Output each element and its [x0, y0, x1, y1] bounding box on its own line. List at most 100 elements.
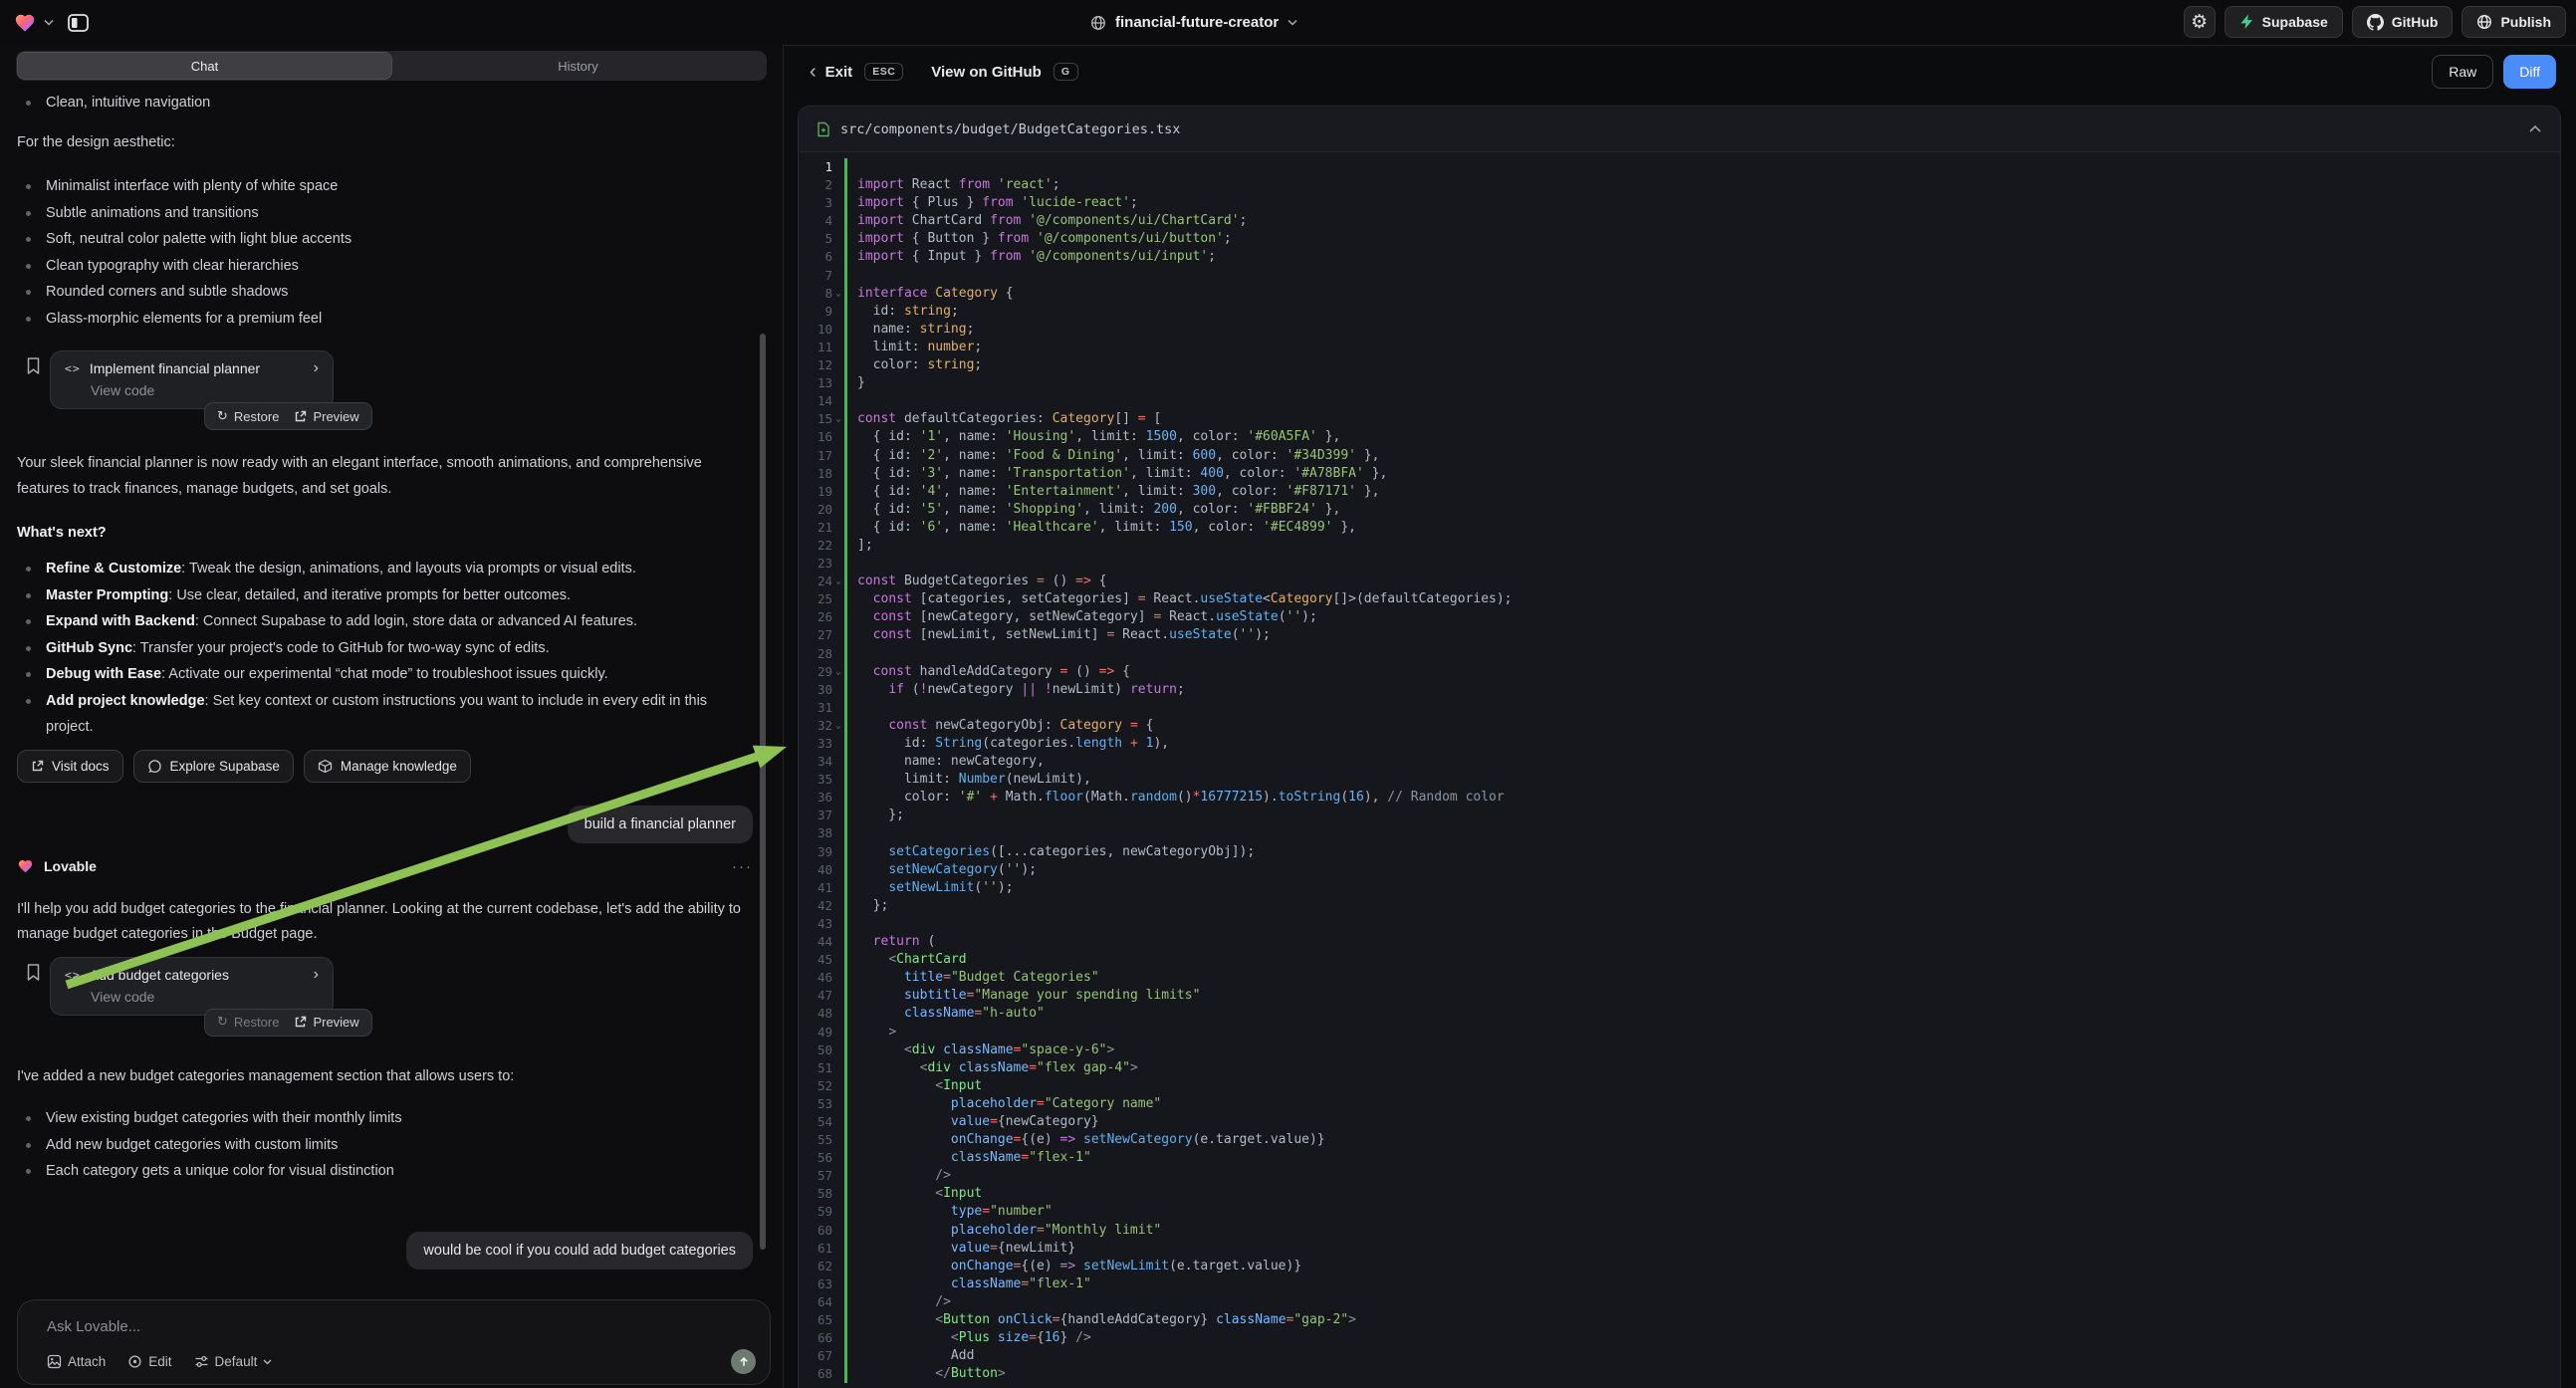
fold-gutter — [832, 626, 844, 644]
chat-input[interactable]: Ask Lovable... — [47, 1318, 756, 1335]
edit-button[interactable]: Edit — [127, 1354, 171, 1369]
diff-added-indicator — [844, 807, 847, 824]
code-text: { id: '3', name: 'Transportation', limit… — [857, 465, 1387, 483]
diff-added-indicator — [844, 699, 847, 717]
github-icon — [2367, 14, 2384, 31]
more-options-icon[interactable]: ··· — [732, 858, 753, 875]
code-text: const [newCategory, setNewCategory] = Re… — [857, 608, 1317, 626]
supabase-icon — [2239, 14, 2254, 30]
sidebar-toggle-button[interactable] — [67, 12, 90, 34]
diff-button[interactable]: Diff — [2503, 55, 2556, 89]
code-text: name: newCategory, — [857, 753, 1045, 771]
code-text: color: string; — [857, 356, 982, 374]
chat-message-list[interactable]: Clean, intuitive navigation For the desi… — [0, 86, 783, 1296]
diff-added-indicator — [844, 519, 847, 537]
bookmark-icon[interactable] — [25, 963, 42, 982]
code-line: 37 }; — [807, 807, 2560, 824]
fold-toggle-icon[interactable]: ⌄ — [832, 285, 844, 303]
diff-added-indicator — [844, 1185, 847, 1203]
line-number: 44 — [807, 933, 832, 951]
chat-panel: Chat History Clean, intuitive navigation… — [0, 45, 783, 1388]
line-number: 12 — [807, 356, 832, 374]
restore-button[interactable]: ↻ Restore — [217, 1015, 279, 1030]
visit-docs-button[interactable]: Visit docs — [17, 750, 123, 783]
code-line: 19 { id: '4', name: 'Entertainment', lim… — [807, 483, 2560, 501]
raw-button[interactable]: Raw — [2432, 55, 2493, 89]
code-line: 46 title="Budget Categories" — [807, 969, 2560, 987]
line-number: 22 — [807, 537, 832, 555]
code-panel-header: ‹ Exit ESC View on GitHub G Raw Diff — [784, 46, 2576, 98]
line-number: 16 — [807, 428, 832, 446]
manage-knowledge-button[interactable]: Manage knowledge — [304, 750, 471, 783]
diff-added-indicator — [844, 897, 847, 915]
supabase-button[interactable]: Supabase — [2225, 6, 2343, 38]
code-line: 41 setNewLimit(''); — [807, 879, 2560, 897]
list-item: Clean, intuitive navigation — [17, 90, 753, 116]
line-number: 14 — [807, 392, 832, 410]
send-button[interactable] — [731, 1349, 756, 1374]
line-number: 24 — [807, 573, 832, 590]
restore-button[interactable]: ↻ Restore — [217, 409, 279, 424]
code-text: > — [857, 1024, 896, 1041]
code-line: 44 return ( — [807, 933, 2560, 951]
tab-history[interactable]: History — [391, 53, 765, 79]
list-item: Clean typography with clear hierarchies — [17, 253, 753, 280]
fold-toggle-icon[interactable]: ⌄ — [832, 717, 844, 735]
settings-button[interactable]: ⚙ — [2184, 6, 2216, 38]
fold-gutter — [832, 951, 844, 969]
view-on-github-button[interactable]: View on GitHub — [931, 64, 1042, 81]
diff-added-indicator — [844, 339, 847, 356]
diff-added-indicator — [844, 303, 847, 321]
explore-supabase-button[interactable]: Explore Supabase — [133, 750, 294, 783]
back-chevron-icon[interactable]: ‹ — [810, 62, 817, 82]
diff-added-indicator — [844, 1167, 847, 1185]
attach-button[interactable]: Attach — [47, 1354, 106, 1369]
fold-toggle-icon[interactable]: ⌄ — [832, 663, 844, 681]
view-code-link[interactable]: View code — [91, 989, 319, 1005]
diff-added-indicator — [844, 681, 847, 699]
preview-button[interactable]: Preview — [294, 1015, 358, 1030]
code-text: <div className="space-y-6"> — [857, 1041, 1114, 1059]
diff-added-indicator — [844, 285, 847, 303]
line-number: 55 — [807, 1131, 832, 1149]
preview-button[interactable]: Preview — [294, 409, 358, 424]
view-code-link[interactable]: View code — [91, 382, 319, 398]
fold-gutter — [832, 248, 844, 266]
gear-icon: ⚙ — [2191, 13, 2208, 32]
chat-scrollbar[interactable] — [760, 334, 766, 1250]
tab-chat[interactable]: Chat — [18, 53, 391, 79]
project-switcher[interactable]: financial-future-creator — [1090, 0, 1297, 45]
collapse-file-button[interactable] — [2528, 124, 2542, 133]
file-header[interactable]: src/components/budget/BudgetCategories.t… — [799, 107, 2560, 152]
github-button[interactable]: GitHub — [2352, 6, 2454, 38]
diff-added-indicator — [844, 1240, 847, 1258]
mode-selector[interactable]: Default — [194, 1354, 273, 1369]
lovable-heart-logo[interactable] — [13, 12, 37, 34]
version-title: Implement financial planner — [90, 360, 260, 376]
version-card[interactable]: <> Add budget categories › View code — [50, 957, 334, 1016]
code-text: limit: Number(newLimit), — [857, 771, 1091, 789]
chat-composer[interactable]: Ask Lovable... Attach Edit — [17, 1299, 771, 1385]
publish-button[interactable]: Publish — [2461, 6, 2566, 38]
bookmark-icon[interactable] — [25, 356, 42, 375]
user-message: build a financial planner — [568, 806, 753, 843]
diff-added-indicator — [844, 933, 847, 951]
code-text: value={newCategory} — [857, 1113, 1099, 1131]
chevron-down-icon[interactable] — [44, 19, 54, 26]
code-editor[interactable]: 12import React from 'react';3import { Pl… — [799, 153, 2560, 1388]
line-number: 28 — [807, 645, 832, 663]
fold-toggle-icon[interactable]: ⌄ — [832, 410, 844, 428]
code-line: 64 /> — [807, 1293, 2560, 1311]
version-card[interactable]: <> Implement financial planner › View co… — [50, 350, 334, 409]
exit-button[interactable]: Exit — [825, 64, 853, 81]
chevron-down-icon — [263, 1359, 272, 1365]
code-line: 58 <Input — [807, 1185, 2560, 1203]
line-number: 68 — [807, 1365, 832, 1383]
line-number: 41 — [807, 879, 832, 897]
heart-icon — [17, 858, 34, 874]
diff-added-indicator — [844, 392, 847, 410]
list-item: Master Prompting: Use clear, detailed, a… — [17, 582, 753, 609]
fold-toggle-icon[interactable]: ⌄ — [832, 573, 844, 590]
code-text: import React from 'react'; — [857, 176, 1060, 194]
diff-added-indicator — [844, 915, 847, 933]
